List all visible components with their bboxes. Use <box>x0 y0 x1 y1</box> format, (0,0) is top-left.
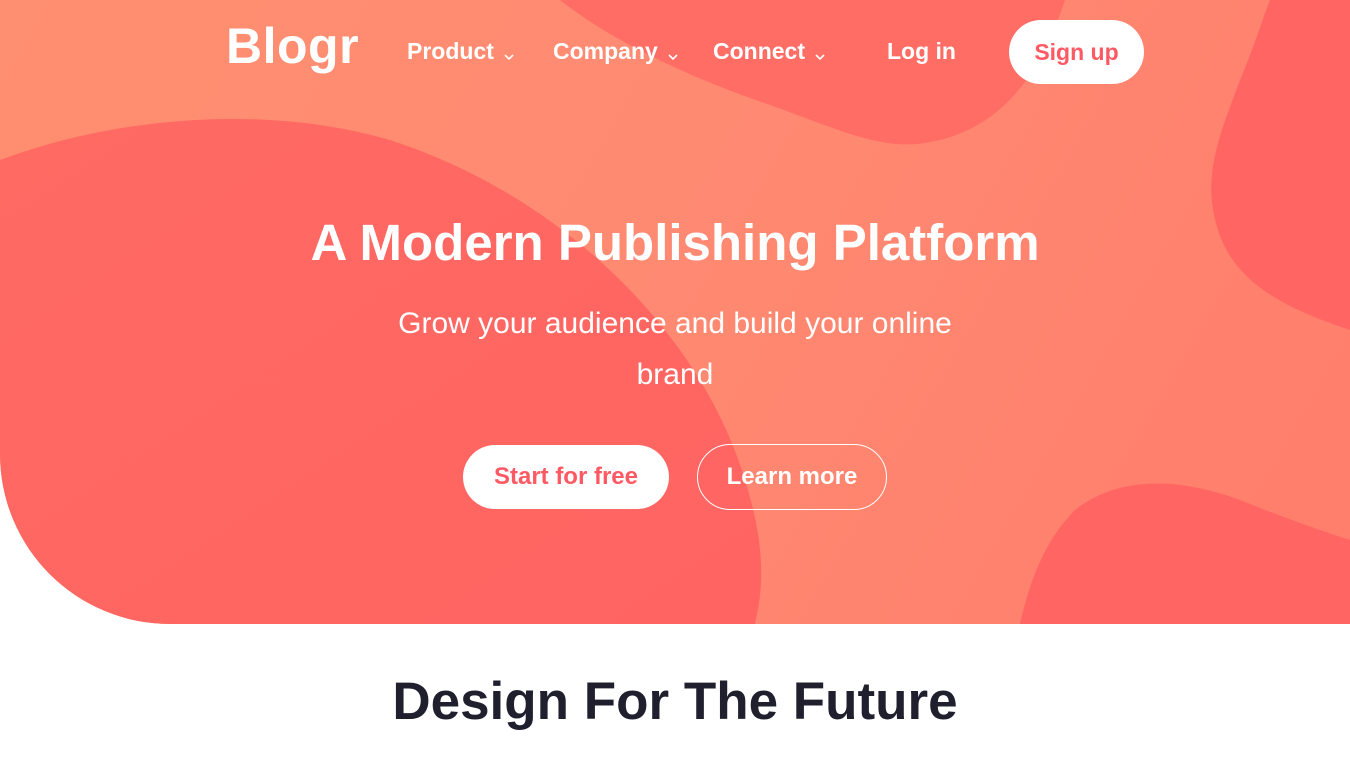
learn-more-button[interactable]: Learn more <box>697 444 887 510</box>
chevron-down-icon <box>668 38 678 68</box>
start-for-free-button[interactable]: Start for free <box>463 445 669 509</box>
top-navigation: Blogr Product Company Connect Log in Sig… <box>0 0 1350 100</box>
hero-section: Blogr Product Company Connect Log in Sig… <box>0 0 1350 624</box>
nav-item-company[interactable]: Company <box>553 36 678 68</box>
hero-subtitle: Grow your audience and build your online… <box>398 307 952 391</box>
nav-item-product[interactable]: Product <box>407 36 514 68</box>
chevron-down-icon <box>504 38 514 68</box>
nav-item-connect[interactable]: Connect <box>713 36 825 68</box>
nav-item-label: Product <box>407 38 494 64</box>
nav-item-label: Company <box>553 38 658 64</box>
brand-logo[interactable]: Blogr <box>226 16 359 76</box>
signup-button[interactable]: Sign up <box>1009 20 1144 84</box>
chevron-down-icon <box>815 38 825 68</box>
login-link[interactable]: Log in <box>887 36 956 66</box>
section-title: Design For The Future <box>392 672 958 731</box>
hero-title: A Modern Publishing Platform <box>310 214 1040 271</box>
nav-item-label: Connect <box>713 38 805 64</box>
